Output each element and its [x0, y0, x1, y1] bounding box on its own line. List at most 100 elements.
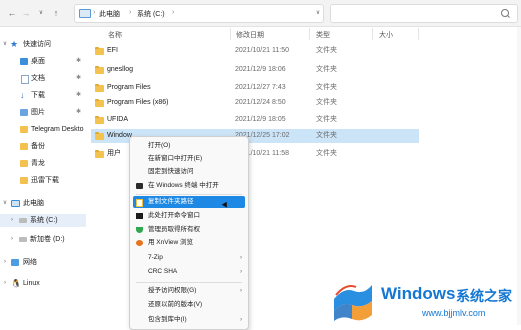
folder-icon [95, 47, 104, 55]
copy-path-icon [136, 199, 143, 207]
chevron-right-icon[interactable]: › [9, 233, 15, 246]
menu-item-label: 复制文件夹路径 [148, 198, 194, 205]
sidebar-item-drive-c[interactable]: › 系统 (C:) [0, 214, 86, 227]
sidebar-item-network[interactable]: › 网络 [0, 256, 86, 269]
navigation-pane: ∨ ★ 快速访问 桌面 ✱ 文档 ✱ ↓ 下载 ✱ 图片 ✱ Telegram … [0, 27, 88, 325]
shield-icon [136, 227, 143, 233]
chevron-down-icon[interactable]: ∨ [2, 38, 8, 51]
file-name: UFIDA [107, 116, 128, 123]
watermark-subtitle: 系统之家 [456, 288, 512, 304]
column-header-size[interactable]: 大小 [379, 30, 393, 40]
address-dropdown-icon[interactable]: ∨ [312, 7, 324, 19]
sidebar-item-label: 迅雷下载 [31, 177, 59, 184]
column-header-type[interactable]: 类型 [316, 30, 330, 40]
menu-item-open-terminal[interactable]: 在 Windows 终端 中打开 [133, 180, 245, 192]
chevron-right-icon: › [240, 255, 242, 261]
sidebar-item-documents[interactable]: 文档 ✱ [0, 72, 86, 85]
menu-item-7zip[interactable]: 7-Zip › [133, 252, 245, 264]
file-type: 文件夹 [316, 99, 337, 106]
address-toolbar: ← → ∨ ↑ › 此电脑 › 系统 (C:) › ∨ [0, 0, 521, 27]
menu-item-xnview[interactable]: 用 XnView 浏览 [133, 237, 245, 249]
menu-item-open[interactable]: 打开(O) [133, 140, 245, 152]
folder-icon [95, 99, 104, 107]
sidebar-item-drive-d[interactable]: › 新加卷 (D:) [0, 233, 86, 246]
file-date: 2021/10/21 11:50 [235, 47, 289, 54]
file-type: 文件夹 [316, 132, 337, 139]
file-row[interactable]: UFIDA 2021/12/9 18:05 文件夹 [91, 113, 419, 127]
sidebar-item-label: 此电脑 [23, 200, 44, 207]
menu-item-label: 还原以前的版本(V) [148, 301, 203, 308]
pc-icon [11, 200, 20, 207]
column-divider[interactable] [309, 28, 310, 40]
column-divider[interactable] [418, 28, 419, 40]
sidebar-item-this-pc[interactable]: ∨ 此电脑 [0, 197, 86, 210]
sidebar-item-label: 下载 [31, 92, 45, 99]
menu-item-label: 在新窗口中打开(E) [148, 155, 203, 162]
menu-item-label: 7-Zip [148, 254, 163, 261]
menu-item-label: 此处打开命令窗口 [148, 212, 200, 219]
sidebar-item-xunlei-downloads[interactable]: 迅雷下载 [0, 174, 86, 187]
column-divider[interactable] [230, 28, 231, 40]
sidebar-item-quick-access[interactable]: ∨ ★ 快速访问 [0, 38, 86, 51]
sidebar-item-desktop[interactable]: 桌面 ✱ [0, 55, 86, 68]
sidebar-item-pictures[interactable]: 图片 ✱ [0, 106, 86, 119]
menu-item-restore-versions[interactable]: 还原以前的版本(V) [133, 299, 245, 311]
folder-icon [20, 177, 28, 184]
menu-item-include-library[interactable]: 包含到库中(I) › [133, 314, 245, 326]
chevron-down-icon[interactable]: ∨ [2, 197, 8, 210]
sidebar-item-qinglong[interactable]: 青龙 [0, 157, 86, 170]
file-date: 2021/12/27 7:43 [235, 84, 286, 91]
folder-icon [95, 150, 104, 158]
folder-icon [20, 143, 28, 150]
folder-icon [95, 116, 104, 124]
windows-logo-icon [334, 285, 372, 321]
search-input[interactable] [330, 4, 518, 23]
sidebar-item-linux[interactable]: › 🐧 Linux [0, 277, 86, 290]
up-button[interactable]: ↑ [50, 7, 62, 19]
menu-item-open-new-window[interactable]: 在新窗口中打开(E) [133, 153, 245, 165]
menu-item-label: 包含到库中(I) [148, 316, 187, 323]
file-date: 2021/12/9 18:06 [235, 66, 286, 73]
file-row[interactable]: gnesllog 2021/12/9 18:06 文件夹 [91, 63, 419, 77]
file-row[interactable]: Program Files 2021/12/27 7:43 文件夹 [91, 81, 419, 95]
breadcrumb-drive-c[interactable]: 系统 (C:) [137, 9, 165, 19]
sidebar-item-telegram[interactable]: Telegram Deskto [0, 123, 86, 136]
column-header-date[interactable]: 修改日期 [236, 30, 264, 40]
file-row[interactable]: EFI 2021/10/21 11:50 文件夹 [91, 44, 419, 58]
star-icon: ★ [10, 39, 19, 49]
folder-icon [95, 84, 104, 92]
column-divider[interactable] [372, 28, 373, 40]
sidebar-item-backup[interactable]: 备份 [0, 140, 86, 153]
menu-separator [136, 282, 242, 283]
file-type: 文件夹 [316, 150, 337, 157]
sidebar-item-label: 网络 [23, 259, 37, 266]
chevron-right-icon[interactable]: › [9, 214, 15, 227]
sidebar-item-label: 快速访问 [23, 41, 51, 48]
menu-item-label: 在 Windows 终端 中打开 [148, 182, 219, 189]
breadcrumb-sep: › [93, 9, 96, 16]
search-icon [501, 9, 509, 17]
menu-item-give-access[interactable]: 授予访问权限(G) › [133, 285, 245, 297]
menu-item-open-cmd[interactable]: 此处打开命令窗口 [133, 210, 245, 222]
menu-item-label: 固定到快速访问 [148, 168, 194, 175]
sidebar-item-label: Linux [23, 280, 40, 287]
address-bar[interactable]: › 此电脑 › 系统 (C:) › [74, 4, 324, 23]
sidebar-item-label: Telegram Deskto [31, 126, 84, 133]
file-row[interactable]: Program Files (x86) 2021/12/24 8:50 文件夹 [91, 96, 419, 110]
sidebar-item-downloads[interactable]: ↓ 下载 ✱ [0, 89, 86, 102]
menu-item-label: 授予访问权限(G) [148, 287, 197, 294]
chevron-right-icon[interactable]: › [2, 277, 8, 290]
recent-dropdown-icon[interactable]: ∨ [35, 7, 47, 19]
menu-item-pin-quick-access[interactable]: 固定到快速访问 [133, 166, 245, 178]
column-header-name[interactable]: 名称 [108, 30, 122, 40]
forward-button[interactable]: → [20, 7, 32, 19]
breadcrumb-this-pc[interactable]: 此电脑 [99, 9, 120, 19]
menu-item-crc-sha[interactable]: CRC SHA › [133, 266, 245, 278]
file-type: 文件夹 [316, 66, 337, 73]
back-button[interactable]: ← [6, 7, 18, 19]
pc-icon [79, 9, 91, 18]
menu-item-label: 用 XnView 浏览 [148, 239, 194, 246]
pin-icon: ✱ [76, 92, 82, 98]
chevron-right-icon[interactable]: › [2, 256, 8, 269]
menu-item-take-ownership[interactable]: 管理员取得所有权 [133, 224, 245, 236]
